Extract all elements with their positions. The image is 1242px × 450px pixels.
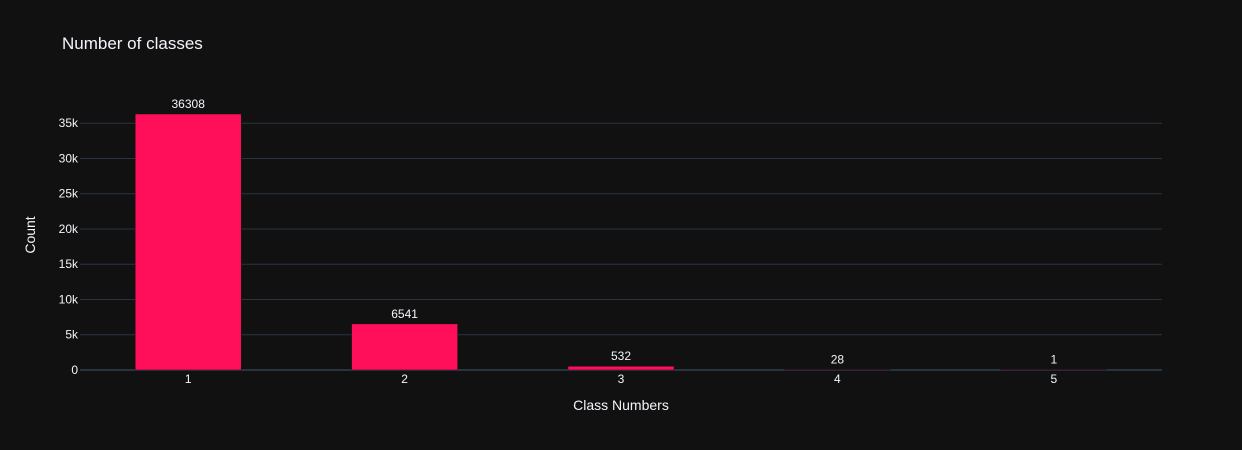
y-tick-label: 20k [59, 222, 79, 236]
y-tick-label: 15k [59, 257, 79, 271]
y-axis-title: Count [22, 216, 38, 253]
bar [784, 369, 891, 371]
data-label: 36308 [172, 97, 206, 111]
y-tick-label: 0 [71, 363, 78, 377]
y-tick-label: 35k [59, 116, 79, 130]
x-tick-label: 2 [401, 372, 408, 386]
data-labels: 36308 6541 532 28 1 [172, 97, 1058, 366]
bar-layer [134, 113, 1108, 371]
x-tick-label: 1 [185, 372, 192, 386]
x-tick-label: 5 [1050, 372, 1057, 386]
data-label: 6541 [391, 307, 418, 321]
data-label: 532 [611, 349, 631, 363]
data-label: 1 [1050, 352, 1057, 366]
bar [134, 113, 242, 371]
x-tick-label: 3 [618, 372, 625, 386]
y-tick-label: 25k [59, 187, 79, 201]
x-axis-title: Class Numbers [573, 397, 669, 413]
chart-container: Number of classes 0 5k 10k 15k 20k 25k 30k 35k … [0, 0, 1242, 450]
y-tick-label: 30k [59, 151, 79, 165]
y-tick-label: 10k [59, 292, 79, 306]
data-label: 28 [831, 352, 845, 366]
bar [567, 365, 675, 371]
chart-svg: 0 5k 10k 15k 20k 25k 30k 35k 1 2 3 4 5 36308 6541 532… [22, 97, 1162, 413]
grid-layer [80, 122, 1162, 371]
y-axis-ticks: 0 5k 10k 15k 20k 25k 30k 35k [59, 116, 79, 377]
x-tick-label: 4 [834, 372, 841, 386]
bar [1000, 369, 1108, 371]
y-tick-label: 5k [65, 328, 79, 342]
x-axis-ticks: 1 2 3 4 5 [185, 372, 1058, 386]
bar [351, 323, 458, 371]
